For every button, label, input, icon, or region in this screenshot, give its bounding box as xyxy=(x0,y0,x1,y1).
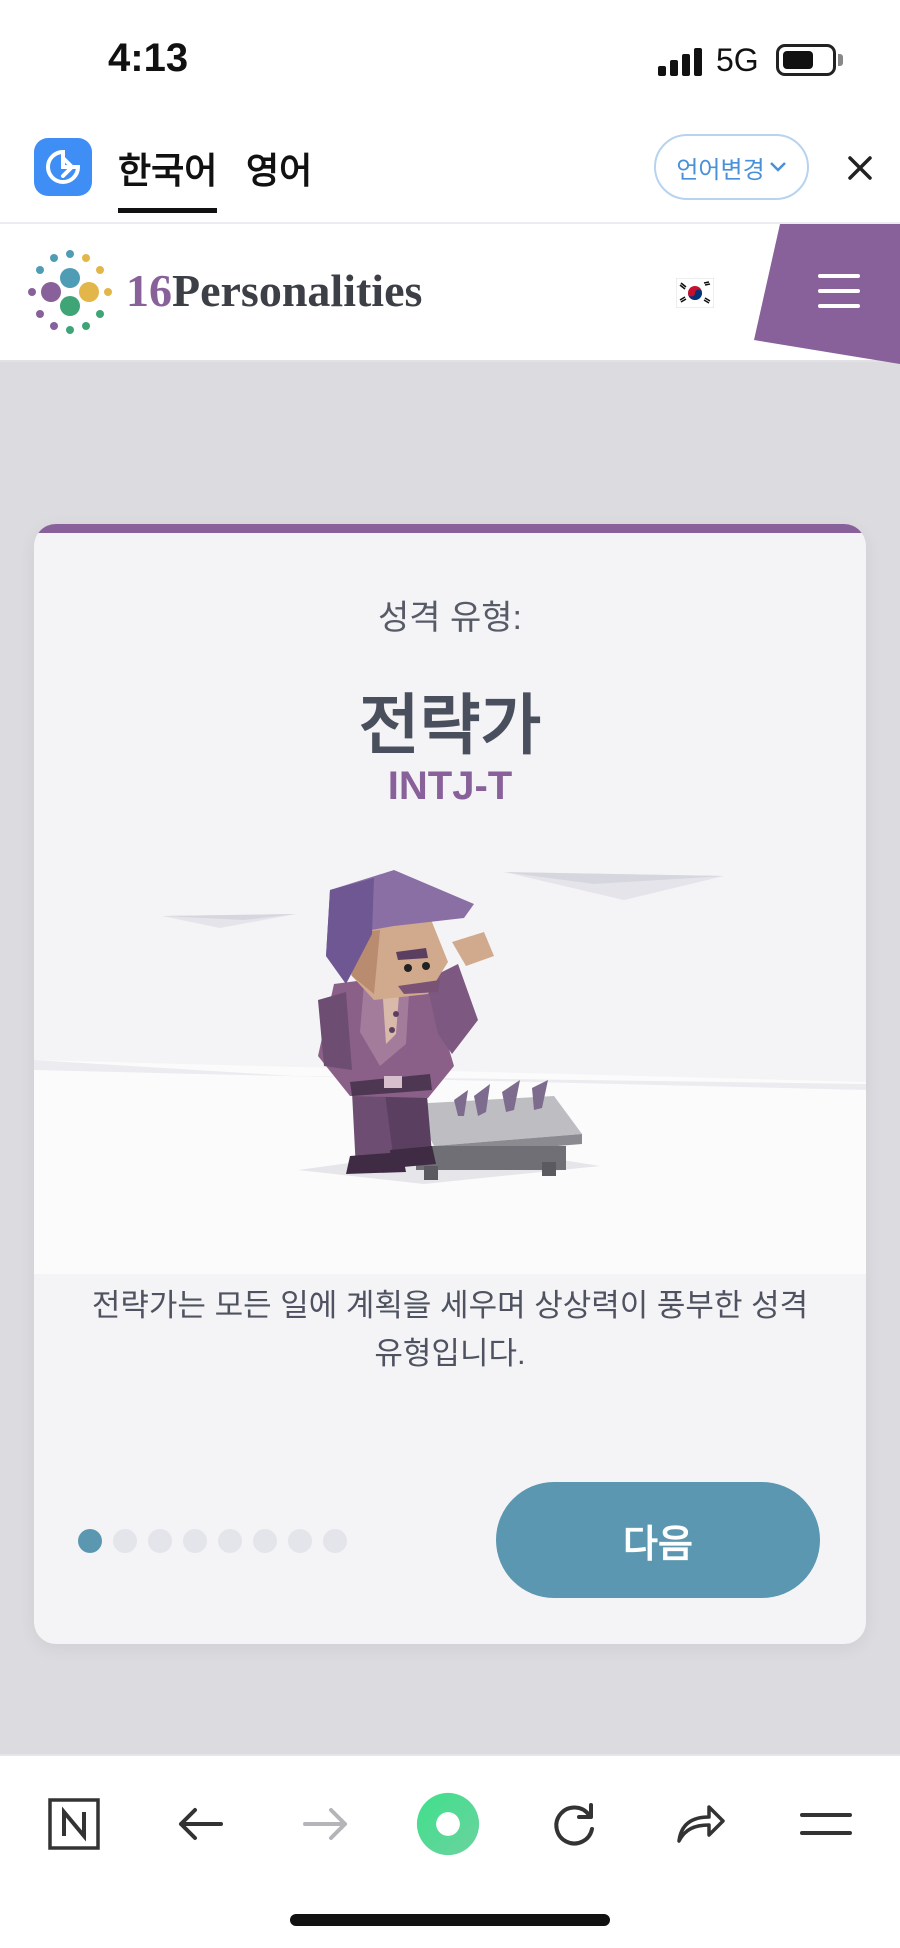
change-language-label: 언어변경 xyxy=(676,156,765,184)
description-line-2: 유형입니다. xyxy=(374,1336,526,1371)
pager-dot[interactable] xyxy=(323,1529,347,1553)
home-circle-icon[interactable] xyxy=(416,1792,480,1856)
site-logo[interactable]: 16Personalities xyxy=(126,264,422,317)
home-indicator[interactable] xyxy=(290,1914,610,1926)
share-icon[interactable] xyxy=(668,1792,732,1856)
hamburger-menu-icon[interactable] xyxy=(818,274,860,308)
card-accent-bar xyxy=(34,524,866,533)
logo-word: Personalities xyxy=(172,265,423,316)
pager-dot[interactable] xyxy=(113,1529,137,1553)
naver-n-icon[interactable] xyxy=(42,1792,106,1856)
pager-dot-active[interactable] xyxy=(78,1529,102,1553)
tab-english[interactable]: 영어 xyxy=(246,142,312,208)
slide-pager xyxy=(78,1529,347,1555)
description-line-1: 전략가는 모든 일에 계획을 세우며 상상력이 풍부한 성격 xyxy=(91,1288,809,1323)
pager-dot[interactable] xyxy=(253,1529,277,1553)
battery-cap xyxy=(838,54,843,66)
south-korea-flag-icon[interactable] xyxy=(676,278,714,308)
close-icon xyxy=(848,156,872,180)
personality-result-card: 성격 유형: 전략가 INTJ-T 전략가는 모든 일에 계획을 세우며 상상력… xyxy=(34,524,866,1644)
pager-dot[interactable] xyxy=(183,1529,207,1553)
status-time: 4:13 xyxy=(108,36,189,80)
battery-icon xyxy=(776,44,836,76)
menu-icon[interactable] xyxy=(794,1792,858,1856)
reload-icon[interactable] xyxy=(542,1792,606,1856)
personality-type-code: INTJ-T xyxy=(387,764,513,808)
personality-description: 전략가는 모든 일에 계획을 세우며 상상력이 풍부한 성격 유형입니다. xyxy=(74,1282,826,1378)
logo-dots-icon[interactable] xyxy=(24,246,116,338)
status-bar: 4:13 5G xyxy=(0,0,900,120)
strategist-illustration xyxy=(34,870,866,1274)
pager-dot[interactable] xyxy=(218,1529,242,1553)
change-language-button[interactable]: 언어변경 xyxy=(654,134,809,200)
next-button[interactable]: 다음 xyxy=(496,1482,820,1598)
card-subtitle: 성격 유형: xyxy=(377,599,522,637)
logo-number: 16 xyxy=(126,265,172,316)
personality-type-name: 전략가 xyxy=(358,688,542,762)
tab-korean[interactable]: 한국어 xyxy=(118,142,218,213)
close-button[interactable] xyxy=(836,144,884,192)
pager-dot[interactable] xyxy=(148,1529,172,1553)
cellular-signal-icon xyxy=(658,46,704,76)
back-arrow-icon[interactable] xyxy=(168,1792,232,1856)
forward-arrow-icon[interactable] xyxy=(294,1792,358,1856)
site-header: 16Personalities xyxy=(0,224,900,364)
pager-dot[interactable] xyxy=(288,1529,312,1553)
translate-app-icon xyxy=(34,138,92,196)
network-type: 5G xyxy=(716,42,759,78)
chevron-down-icon xyxy=(769,162,786,172)
translation-bar: 한국어 영어 언어변경 xyxy=(0,120,900,224)
